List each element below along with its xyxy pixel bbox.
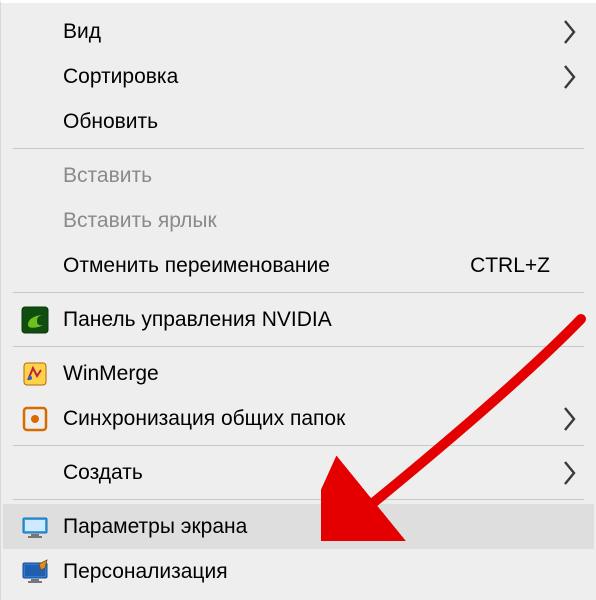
display-icon xyxy=(21,513,49,541)
separator xyxy=(13,292,584,293)
winmerge-icon xyxy=(21,360,49,388)
menu-label: Панель управления NVIDIA xyxy=(63,297,332,342)
nvidia-icon xyxy=(21,306,49,334)
chevron-right-icon xyxy=(562,460,578,486)
menu-label: Персонализация xyxy=(63,549,228,594)
menu-item-display-settings[interactable]: Параметры экрана xyxy=(3,504,594,549)
separator xyxy=(13,445,584,446)
chevron-right-icon xyxy=(562,19,578,45)
chevron-right-icon xyxy=(562,64,578,90)
sync-folders-icon xyxy=(21,405,49,433)
menu-item-winmerge[interactable]: WinMerge xyxy=(3,351,594,396)
menu-item-nvidia[interactable]: Панель управления NVIDIA xyxy=(3,297,594,342)
menu-item-new[interactable]: Создать xyxy=(3,450,594,495)
context-menu: Вид Сортировка Обновить Вставить Вставит… xyxy=(0,0,596,600)
menu-label: Отменить переименование xyxy=(63,243,330,288)
menu-item-undo-rename[interactable]: Отменить переименование CTRL+Z xyxy=(3,243,594,288)
menu-label: WinMerge xyxy=(63,351,159,396)
menu-item-personalization[interactable]: Персонализация xyxy=(3,549,594,594)
menu-item-paste: Вставить xyxy=(3,153,594,198)
menu-label: Создать xyxy=(63,450,143,495)
separator xyxy=(13,499,584,500)
separator xyxy=(13,148,584,149)
menu-shortcut: CTRL+Z xyxy=(470,243,580,288)
menu-item-refresh[interactable]: Обновить xyxy=(3,99,594,144)
menu-label: Вставить ярлык xyxy=(63,198,217,243)
menu-label: Синхронизация общих папок xyxy=(63,396,345,441)
menu-item-sort[interactable]: Сортировка xyxy=(3,54,594,99)
personalization-icon xyxy=(21,558,49,586)
menu-item-sync-shared-folders[interactable]: Синхронизация общих папок xyxy=(3,396,594,441)
chevron-right-icon xyxy=(562,406,578,432)
menu-item-paste-shortcut: Вставить ярлык xyxy=(3,198,594,243)
menu-label: Параметры экрана xyxy=(63,504,247,549)
menu-label: Вид xyxy=(63,9,101,54)
menu-label: Обновить xyxy=(63,99,158,144)
menu-item-view[interactable]: Вид xyxy=(3,9,594,54)
menu-label: Вставить xyxy=(63,153,152,198)
separator xyxy=(13,346,584,347)
menu-label: Сортировка xyxy=(63,54,178,99)
